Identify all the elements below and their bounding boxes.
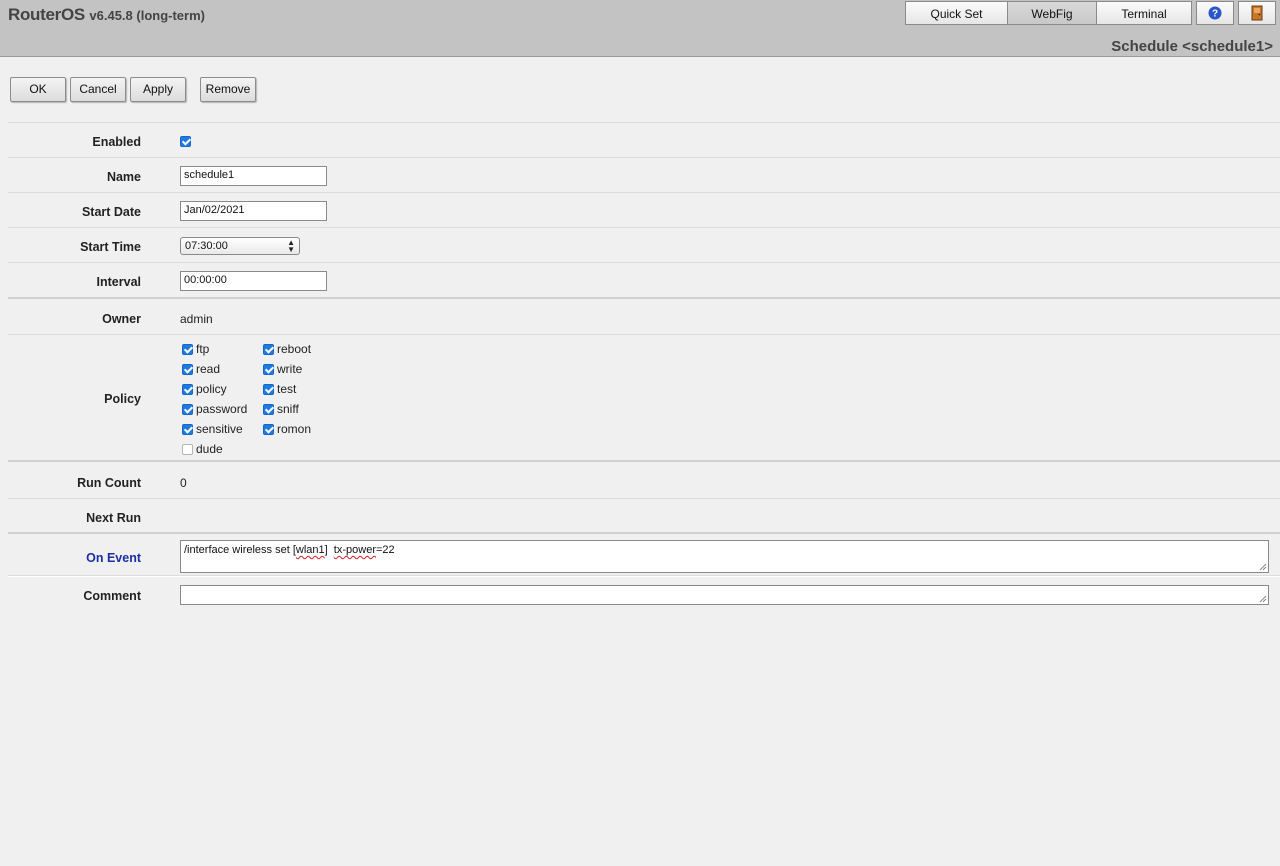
start-date-label: Start Date: [81, 205, 141, 219]
policy-label: Policy: [104, 392, 141, 406]
name-label: Name: [106, 170, 141, 184]
comment-label: Comment: [83, 589, 141, 603]
policy-reboot[interactable]: reboot: [263, 342, 311, 356]
resize-grip-icon[interactable]: [1259, 563, 1267, 571]
policy-sensitive[interactable]: sensitive: [182, 422, 243, 436]
policy-reboot-checkbox[interactable]: [263, 343, 274, 355]
brand-name: RouterOS: [8, 5, 85, 24]
policy-ftp-label: ftp: [196, 342, 210, 356]
on-event-text-mid: ]: [324, 544, 334, 556]
tab-webfig[interactable]: WebFig: [1007, 1, 1097, 25]
tab-quick-set[interactable]: Quick Set: [905, 1, 1008, 25]
row-start-time: Start Time 07:30:00 ▲ ▼: [8, 227, 1280, 263]
cancel-button[interactable]: Cancel: [70, 77, 126, 102]
row-enabled: Enabled: [8, 122, 1280, 158]
policy-read-checkbox[interactable]: [182, 363, 193, 375]
start-time-value: 07:30:00: [185, 240, 228, 252]
policy-read[interactable]: read: [182, 362, 220, 376]
owner-label: Owner: [102, 312, 141, 326]
policy-write[interactable]: write: [263, 362, 302, 376]
row-start-date: Start Date Jan/02/2021: [8, 192, 1280, 228]
policy-reboot-label: reboot: [277, 342, 312, 356]
run-count-value: 0: [180, 476, 187, 490]
policy-sniff[interactable]: sniff: [263, 402, 299, 416]
resize-grip-icon[interactable]: [1259, 595, 1267, 603]
next-run-label: Next Run: [86, 511, 141, 525]
row-on-event: On Event /interface wireless set [wlan1]…: [8, 532, 1280, 577]
row-name: Name schedule1: [8, 157, 1280, 193]
policy-romon-label: romon: [277, 422, 312, 436]
policy-test-label: test: [277, 382, 297, 396]
name-input[interactable]: schedule1: [180, 166, 327, 186]
policy-ftp[interactable]: ftp: [182, 342, 209, 356]
policy-dude-checkbox[interactable]: [182, 443, 193, 455]
run-count-label: Run Count: [77, 476, 141, 490]
on-event-text-wlan: wlan1: [295, 544, 325, 556]
logout-door-icon: [1251, 5, 1263, 21]
brand-title: RouterOS v6.45.8 (long-term): [8, 5, 205, 25]
enabled-label: Enabled: [92, 135, 141, 149]
tab-terminal[interactable]: Terminal: [1096, 1, 1192, 25]
remove-button[interactable]: Remove: [200, 77, 256, 102]
start-time-label: Start Time: [80, 240, 141, 254]
policy-sniff-label: sniff: [277, 402, 299, 416]
interval-input[interactable]: 00:00:00: [180, 271, 327, 291]
logout-button[interactable]: [1238, 1, 1276, 25]
on-event-textarea[interactable]: /interface wireless set [wlan1] tx-power…: [180, 540, 1269, 573]
interval-label: Interval: [96, 275, 141, 289]
row-owner: Owner admin: [8, 297, 1280, 335]
policy-ftp-checkbox[interactable]: [182, 343, 193, 355]
page-title: Schedule <schedule1>: [1111, 38, 1273, 55]
policy-sniff-checkbox[interactable]: [263, 403, 274, 415]
top-bar: RouterOS v6.45.8 (long-term) Quick Set W…: [0, 0, 1280, 57]
policy-romon-checkbox[interactable]: [263, 423, 274, 435]
on-event-text-suffix: =22: [375, 544, 395, 556]
policy-password-label: password: [196, 402, 248, 416]
policy-write-label: write: [277, 362, 303, 376]
policy-test[interactable]: test: [263, 382, 296, 396]
start-time-select[interactable]: 07:30:00 ▲ ▼: [180, 237, 300, 255]
row-run-count: Run Count 0: [8, 460, 1280, 499]
policy-policy-checkbox[interactable]: [182, 383, 193, 395]
svg-text:?: ?: [1212, 9, 1218, 20]
policy-sensitive-label: sensitive: [196, 422, 243, 436]
start-date-input[interactable]: Jan/02/2021: [180, 201, 327, 221]
row-interval: Interval 00:00:00: [8, 262, 1280, 298]
policy-dude[interactable]: dude: [182, 442, 223, 456]
help-icon: ?: [1208, 6, 1222, 20]
select-arrows-icon: ▲ ▼: [287, 238, 295, 254]
on-event-text-prefix: /interface wireless set [: [184, 544, 296, 556]
on-event-label: On Event: [86, 551, 141, 565]
policy-password-checkbox[interactable]: [182, 403, 193, 415]
policy-test-checkbox[interactable]: [263, 383, 274, 395]
on-event-text-tx: tx-power: [333, 544, 376, 556]
owner-value: admin: [180, 312, 213, 326]
policy-policy-label: policy: [196, 382, 227, 396]
help-button[interactable]: ?: [1196, 1, 1234, 25]
mode-tabs: Quick Set WebFig Terminal: [905, 1, 1192, 25]
policy-romon[interactable]: romon: [263, 422, 311, 436]
ok-button[interactable]: OK: [10, 77, 66, 102]
enabled-checkbox[interactable]: [180, 136, 191, 147]
policy-write-checkbox[interactable]: [263, 363, 274, 375]
comment-textarea[interactable]: [180, 585, 1269, 605]
row-next-run: Next Run: [8, 498, 1280, 534]
policy-read-label: read: [196, 362, 221, 376]
policy-policy[interactable]: policy: [182, 382, 227, 396]
row-policy: Policy ftp read policy password sensitiv…: [8, 334, 1280, 461]
apply-button[interactable]: Apply: [130, 77, 186, 102]
policy-password[interactable]: password: [182, 402, 247, 416]
row-comment: Comment: [8, 575, 1280, 616]
policy-sensitive-checkbox[interactable]: [182, 423, 193, 435]
brand-version: v6.45.8 (long-term): [89, 8, 205, 23]
policy-dude-label: dude: [196, 442, 223, 456]
